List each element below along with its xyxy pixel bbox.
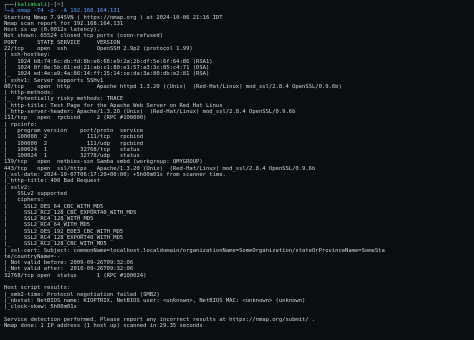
command-text: └─$ nmap -T4 -p- -A 192.168.164.131: [4, 8, 120, 15]
terminal-window[interactable]: ┌──(kali ⊛ kali)-[~] └─$ nmap -T4 -p- -A 1…: [0, 0, 474, 340]
terminal-line: Nmap done: 1 IP address (1 host up) scan…: [4, 323, 203, 330]
terminal-output: Starting Nmap 7.94SVN ( https://nmap.org…: [4, 15, 470, 330]
